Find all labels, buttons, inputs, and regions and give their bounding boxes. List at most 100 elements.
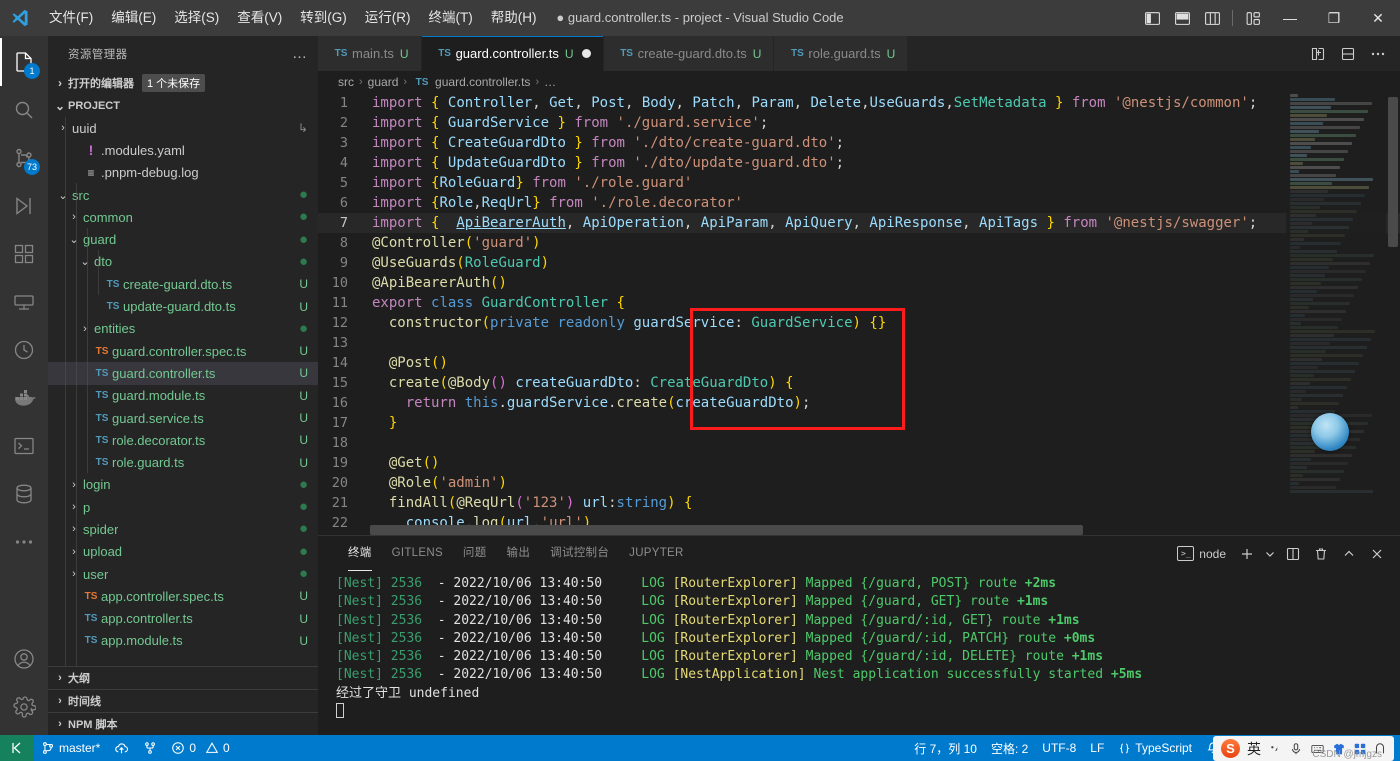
code-line[interactable]: 7 import { ApiBearerAuth, ApiOperation, A…: [318, 213, 1400, 233]
activity-more-views[interactable]: [0, 518, 48, 566]
code-line[interactable]: 2 import { GuardService } from './guard.s…: [318, 113, 1400, 133]
breadcrumb-item[interactable]: src: [338, 75, 354, 89]
split-terminal-icon[interactable]: [1280, 540, 1306, 568]
tree-item[interactable]: ›TSapp.module.tsU: [48, 630, 318, 652]
tree-item[interactable]: › uuid ↳: [48, 117, 318, 139]
menu-edit[interactable]: 编辑(E): [102, 0, 165, 36]
status-prettier[interactable]: [136, 735, 164, 761]
section-npm-scripts[interactable]: › NPM 脚本: [48, 712, 318, 735]
code-line[interactable]: 17 }: [318, 413, 1400, 433]
tree-item[interactable]: › p ●: [48, 496, 318, 518]
panel-tab[interactable]: JUPYTER: [619, 536, 694, 571]
code-line[interactable]: 19 @Get(): [318, 453, 1400, 473]
status-encoding[interactable]: UTF-8: [1035, 735, 1083, 761]
kill-terminal-icon[interactable]: [1308, 540, 1334, 568]
tree-item[interactable]: ›TScreate-guard.dto.tsU: [48, 273, 318, 295]
toggle-secondary-sidebar-icon[interactable]: [1197, 0, 1227, 36]
menu-selection[interactable]: 选择(S): [165, 0, 228, 36]
active-terminal-selector[interactable]: >_ node: [1171, 546, 1232, 561]
tree-item[interactable]: ›TSapp.controller.spec.tsU: [48, 585, 318, 607]
chevron-right-icon[interactable]: ›: [67, 546, 81, 558]
panel-tab[interactable]: 输出: [497, 536, 541, 571]
code-line[interactable]: 10 @ApiBearerAuth(): [318, 273, 1400, 293]
close-button[interactable]: ✕: [1356, 0, 1400, 36]
chevron-down-icon[interactable]: ⌄: [78, 255, 92, 268]
editor-horizontal-scrollbar[interactable]: [370, 525, 1284, 535]
scrollbar-thumb-h[interactable]: [370, 525, 1083, 535]
code-line[interactable]: 4 import { UpdateGuardDto } from './dto/u…: [318, 153, 1400, 173]
editor-tab[interactable]: TS role.guard.ts U: [774, 36, 909, 71]
chevron-right-icon[interactable]: ›: [67, 479, 81, 491]
code-line[interactable]: 13: [318, 333, 1400, 353]
code-line[interactable]: 12 constructor(private readonly guardSer…: [318, 313, 1400, 333]
punctuation-icon[interactable]: [1268, 742, 1282, 756]
panel-tab[interactable]: 调试控制台: [540, 536, 619, 571]
tree-item[interactable]: › upload ●: [48, 541, 318, 563]
chevron-down-icon[interactable]: ⌄: [56, 189, 70, 202]
activity-database[interactable]: [0, 470, 48, 518]
apps-icon[interactable]: [1353, 742, 1367, 756]
code-line[interactable]: 20 @Role('admin'): [318, 473, 1400, 493]
editor-vertical-scrollbar[interactable]: [1386, 93, 1400, 535]
sogou-logo-icon[interactable]: S: [1221, 739, 1240, 758]
tray-icon[interactable]: [1374, 742, 1386, 756]
panel-tab[interactable]: GITLENS: [382, 536, 453, 571]
panel-tab[interactable]: 终端: [338, 536, 382, 571]
activity-remote-explorer[interactable]: [0, 278, 48, 326]
code-line[interactable]: 18: [318, 433, 1400, 453]
editor-tab[interactable]: TS create-guard.dto.ts U: [603, 36, 775, 71]
status-cursor-position[interactable]: 行 7，列 10: [907, 735, 984, 761]
terminal-dropdown-icon[interactable]: [1262, 540, 1278, 568]
status-indentation[interactable]: 空格: 2: [984, 735, 1035, 761]
microphone-icon[interactable]: [1289, 742, 1303, 756]
code-line[interactable]: 11 export class GuardController {: [318, 293, 1400, 313]
editor-tab[interactable]: TS guard.controller.ts U: [421, 36, 604, 71]
tree-item[interactable]: ›TSguard.service.tsU: [48, 407, 318, 429]
tree-item[interactable]: ›TSapp.controller.tsU: [48, 608, 318, 630]
ime-language-mode[interactable]: 英: [1247, 739, 1261, 759]
code-line[interactable]: 16 return this.guardService.create(creat…: [318, 393, 1400, 413]
activity-extensions[interactable]: [0, 230, 48, 278]
tree-item[interactable]: ›TSupdate-guard.dto.tsU: [48, 295, 318, 317]
tree-item[interactable]: › user ●: [48, 563, 318, 585]
menu-help[interactable]: 帮助(H): [482, 0, 546, 36]
chevron-right-icon[interactable]: ›: [67, 568, 81, 580]
chevron-right-icon[interactable]: ›: [56, 122, 70, 134]
menu-view[interactable]: 查看(V): [228, 0, 291, 36]
status-language-mode[interactable]: TypeScript: [1111, 735, 1199, 761]
tree-item[interactable]: › common ●: [48, 206, 318, 228]
tree-item[interactable]: › entities ●: [48, 318, 318, 340]
activity-todo-tree[interactable]: [0, 326, 48, 374]
status-branch[interactable]: master*: [34, 735, 107, 761]
code-editor[interactable]: 1 import { Controller, Get, Post, Body, P…: [318, 93, 1400, 535]
clothes-icon[interactable]: [1332, 742, 1346, 756]
terminal-cursor[interactable]: [336, 703, 1400, 721]
code-line[interactable]: 21 findAll(@ReqUrl('123') url:string) {: [318, 493, 1400, 513]
editor-more-actions-icon[interactable]: [1364, 36, 1392, 71]
breadcrumb[interactable]: src › guard › TS guard.controller.ts ›…: [318, 71, 1400, 93]
tree-item[interactable]: ›TSguard.controller.tsU: [48, 362, 318, 385]
section-project[interactable]: ⌄ PROJECT: [48, 94, 318, 117]
code-line[interactable]: 1 import { Controller, Get, Post, Body, P…: [318, 93, 1400, 113]
code-line[interactable]: 9 @UseGuards(RoleGuard): [318, 253, 1400, 273]
code-line[interactable]: 3 import { CreateGuardDto } from './dto/c…: [318, 133, 1400, 153]
toggle-panel-icon[interactable]: [1167, 0, 1197, 36]
tree-item[interactable]: ›!.modules.yaml: [48, 139, 318, 161]
menu-file[interactable]: 文件(F): [40, 0, 102, 36]
split-editor-down-icon[interactable]: [1334, 36, 1362, 71]
code-line[interactable]: 8 @Controller('guard'): [318, 233, 1400, 253]
split-editor-icon[interactable]: [1304, 36, 1332, 71]
menu-run[interactable]: 运行(R): [356, 0, 420, 36]
section-open-editors[interactable]: › 打开的编辑器 1 个未保存: [48, 71, 318, 94]
activity-docker[interactable]: [0, 374, 48, 422]
status-sync[interactable]: [107, 735, 136, 761]
chevron-right-icon[interactable]: ›: [67, 501, 81, 513]
maximize-panel-icon[interactable]: [1336, 540, 1362, 568]
code-line[interactable]: 6 import {Role,ReqUrl} from './role.decor…: [318, 193, 1400, 213]
minimize-button[interactable]: —: [1268, 0, 1312, 36]
code-line[interactable]: 15 create(@Body() createGuardDto: Create…: [318, 373, 1400, 393]
tree-item[interactable]: ›TSrole.guard.tsU: [48, 451, 318, 473]
activity-explorer[interactable]: 1: [0, 38, 48, 86]
panel-tab[interactable]: 问题: [453, 536, 497, 571]
maximize-button[interactable]: ❐: [1312, 0, 1356, 36]
